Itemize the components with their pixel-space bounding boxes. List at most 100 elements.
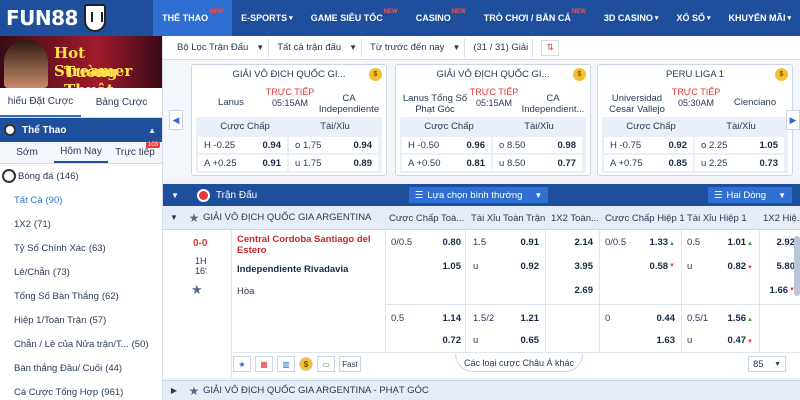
tab-early[interactable]: Sớm bbox=[0, 142, 54, 163]
brand-logo[interactable]: FUN88 bbox=[0, 0, 153, 36]
league-count-select[interactable]: (31 / 31) Giải bbox=[469, 38, 534, 57]
streamer-avatar bbox=[4, 40, 48, 88]
odds-down-arrow-icon: ▼ bbox=[747, 338, 753, 345]
time-range-dropdown[interactable]: Từ trước đến nay ▼ bbox=[366, 38, 466, 57]
chevron-right-icon[interactable]: ▶ bbox=[163, 386, 185, 395]
odds-cell[interactable]: 1.66 ▼ bbox=[763, 280, 795, 300]
odds-cell[interactable]: 1.5 0.91 bbox=[473, 232, 539, 252]
view-mode-select[interactable]: ☰ Hai Dòng ▼ bbox=[707, 187, 792, 203]
featured-card[interactable]: GIẢI VÔ ĐỊCH QUỐC GI... $ Lanus Tổng Số … bbox=[395, 64, 591, 176]
odds-cell[interactable]: H -0.75 0.92 bbox=[604, 137, 693, 153]
featured-matches: ◀ GIẢI VÔ ĐỊCH QUỐC GI... $ Lanus TRỰC T… bbox=[163, 60, 800, 180]
chevron-down-icon[interactable]: ▼ bbox=[163, 213, 185, 222]
odds-cell[interactable]: 0 0.44 bbox=[605, 308, 675, 328]
list-item[interactable]: Tổng Số Bàn Thắng (62) bbox=[0, 284, 162, 308]
nav-item-esports[interactable]: E-SPORTS ▾ bbox=[232, 0, 302, 36]
odds-cell[interactable]: H -0.25 0.94 bbox=[198, 137, 287, 153]
odds-cell[interactable]: 1.63 bbox=[605, 330, 676, 350]
coin-icon[interactable]: $ bbox=[369, 68, 382, 81]
odds-cell[interactable]: 3.95 bbox=[551, 256, 594, 276]
nav-item-games-fishing[interactable]: TRÒ CHƠI / BẮN CÁ NEW bbox=[475, 0, 595, 36]
odds-cell[interactable]: u 0.92 bbox=[473, 256, 539, 276]
league-row[interactable]: ▶ ★ GIẢI VÔ ĐỊCH QUỐC GIA ARGENTINA - PH… bbox=[163, 380, 800, 400]
card-odds-table: Cược Chấp Tài/Xỉu H -0.50 0.96 o 8.50 0.98… bbox=[400, 117, 586, 173]
coin-icon[interactable]: $ bbox=[775, 68, 788, 81]
odds-cell[interactable]: 0.5/1 1.56▲ bbox=[687, 308, 753, 328]
column-header: 1X2 Toàn... bbox=[551, 212, 599, 224]
chevron-down-icon[interactable]: ▼ bbox=[171, 191, 179, 200]
odds-cell[interactable]: o 8.50 0.98 bbox=[493, 137, 582, 153]
scroll-left-arrow-icon[interactable]: ◀ bbox=[169, 110, 183, 130]
tab-bet-board[interactable]: Bảng Cược bbox=[81, 88, 162, 117]
odds-cell[interactable]: 0/0.5 0.80 bbox=[391, 232, 461, 252]
streamer-banner[interactable]: Hot Streamer Tường Thuật bbox=[0, 36, 162, 88]
odds-cell[interactable]: H -0.50 0.96 bbox=[402, 137, 491, 153]
tab-today[interactable]: Hôm Nay bbox=[54, 142, 108, 163]
fast-bet-button[interactable]: Fast bbox=[339, 356, 361, 372]
list-item[interactable]: Tất Cả (90) bbox=[0, 188, 162, 212]
odds-cell[interactable]: u 8.50 0.77 bbox=[493, 155, 582, 171]
coin-icon[interactable]: $ bbox=[573, 68, 586, 81]
star-icon[interactable]: ★ bbox=[233, 356, 251, 372]
nav-item-fast-games[interactable]: GAME SIÊU TỐC NEW bbox=[302, 0, 407, 36]
odds-cell[interactable]: 5.80 bbox=[763, 256, 796, 276]
odds-cell[interactable]: o 1.75 0.94 bbox=[289, 137, 378, 153]
odds-cell[interactable]: 2.69 bbox=[551, 280, 594, 300]
sport-header[interactable]: Thể Thao ▲ bbox=[0, 118, 162, 142]
odds-cell[interactable]: A +0.25 0.91 bbox=[198, 155, 287, 171]
scrollbar[interactable] bbox=[794, 236, 800, 296]
odds-cell[interactable]: u 0.47▼ bbox=[687, 330, 753, 350]
coin-icon[interactable]: $ bbox=[299, 357, 313, 371]
odds-cell[interactable]: 2.14 bbox=[551, 232, 594, 252]
star-icon[interactable]: ★ bbox=[185, 211, 203, 225]
field-icon[interactable]: ▭ bbox=[317, 356, 335, 372]
star-icon[interactable]: ★ bbox=[185, 384, 203, 398]
scroll-right-arrow-icon[interactable]: ▶ bbox=[786, 110, 800, 130]
nav-item-casino[interactable]: CASINO NEW bbox=[407, 0, 475, 36]
odds-cell[interactable]: 1.05 bbox=[391, 256, 462, 276]
featured-card[interactable]: PERU LIGA 1 $ Universidad Cesar Vallejo … bbox=[597, 64, 793, 176]
nav-item-lottery[interactable]: XỔ SỐ ▾ bbox=[667, 0, 719, 36]
list-item[interactable]: Bàn thắng Đầu/ Cuối (44) bbox=[0, 356, 162, 380]
featured-card[interactable]: GIẢI VÔ ĐỊCH QUỐC GI... $ Lanus TRỰC TIẾ… bbox=[191, 64, 387, 176]
grid-icon[interactable]: ▦ bbox=[255, 356, 273, 372]
star-icon[interactable]: ★ bbox=[191, 282, 203, 298]
list-item[interactable]: 1X2 (71) bbox=[0, 212, 162, 236]
new-badge: NEW bbox=[571, 9, 586, 15]
odds-cell[interactable]: 0.58 ▼ bbox=[605, 256, 675, 276]
odds-cell[interactable]: 1.5/2 1.21 bbox=[473, 308, 539, 328]
match-table-header: ▼ Trận Đấu ☰ Lựa chọn bình thường ▼ ☰ Hai D… bbox=[163, 184, 800, 206]
odds-cell[interactable]: 0.5 1.01▲ bbox=[687, 232, 753, 252]
page-size-select[interactable]: 85 ▼ bbox=[748, 356, 786, 372]
list-item[interactable]: Tỷ Số Chính Xác (63) bbox=[0, 236, 162, 260]
all-matches-dropdown[interactable]: Tất cả trận đấu ▼ bbox=[273, 38, 363, 57]
stats-icon[interactable]: ▥ bbox=[277, 356, 295, 372]
odds-cell[interactable]: 0.5 1.14 bbox=[391, 308, 461, 328]
chevron-down-icon: ▼ bbox=[778, 190, 786, 200]
odds-cell[interactable]: u 1.75 0.89 bbox=[289, 155, 378, 171]
odds-cell[interactable]: u 0.82▼ bbox=[687, 256, 753, 276]
odds-cell[interactable]: 0/0.5 1.33▲ bbox=[605, 232, 675, 252]
odds-cell[interactable]: 0.72 bbox=[391, 330, 462, 350]
odds-cell[interactable]: A +0.50 0.81 bbox=[402, 155, 491, 171]
list-item[interactable]: Cá Cược Tổng Hợp (961) bbox=[0, 380, 162, 400]
odds-cell[interactable]: A +0.75 0.85 bbox=[604, 155, 693, 171]
sort-icon[interactable]: ⇅ bbox=[541, 39, 560, 56]
league-row[interactable]: ▼ ★ GIẢI VÔ ĐỊCH QUỐC GIA ARGENTINA Cược… bbox=[163, 206, 800, 230]
odds-cell[interactable]: o 2.25 1.05 bbox=[695, 137, 784, 153]
list-item-football[interactable]: Bóng đá (146) bbox=[0, 164, 162, 188]
odds-cell[interactable]: u 2.25 0.73 bbox=[695, 155, 784, 171]
nav-item-sports[interactable]: THỂ THAO NEW bbox=[153, 0, 233, 36]
sort-mode-select[interactable]: ☰ Lựa chọn bình thường ▼ bbox=[408, 187, 549, 203]
nav-item-promotions[interactable]: KHUYẾN MÃI ▾ bbox=[719, 0, 800, 36]
list-item[interactable]: Lẻ/Chẵn (73) bbox=[0, 260, 162, 284]
more-asian-markets-button[interactable]: Các loại cược Châu Á khác bbox=[455, 354, 583, 372]
list-item[interactable]: Hiệp 1/Toàn Trận (57) bbox=[0, 308, 162, 332]
odds-cell[interactable]: u 0.65 bbox=[473, 330, 539, 350]
tab-bet-slip[interactable]: hiếu Đặt Cược bbox=[0, 88, 81, 117]
list-item[interactable]: Chẵn / Lẻ của Nửa trận/T... (50) bbox=[0, 332, 162, 356]
tab-live[interactable]: Trực tiếp 103 bbox=[108, 142, 162, 163]
nav-item-3d-casino[interactable]: 3D CASINO ▾ bbox=[595, 0, 668, 36]
odds-cell[interactable]: 2.92 bbox=[763, 232, 796, 252]
match-filter-dropdown[interactable]: Bộ Lọc Trận Đấu ▼ bbox=[173, 38, 270, 57]
